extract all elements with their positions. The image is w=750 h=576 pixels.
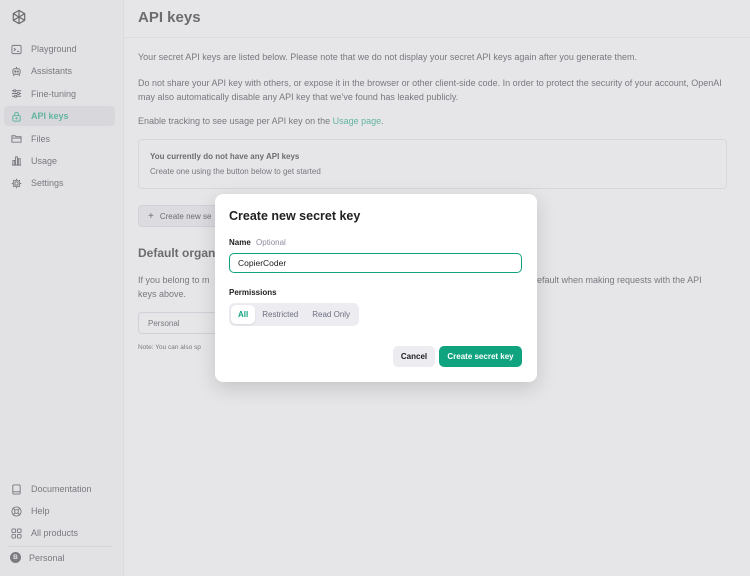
name-label: Name [229,238,251,247]
create-key-modal: Create new secret key Name Optional Perm… [215,194,537,382]
cancel-button[interactable]: Cancel [393,346,435,367]
name-input[interactable] [229,253,522,273]
name-field-label: Name Optional [229,238,286,247]
permission-option-read-only[interactable]: Read Only [305,305,357,324]
permissions-segmented-control: All Restricted Read Only [229,303,360,326]
permissions-label: Permissions [229,288,277,297]
modal-title: Create new secret key [229,209,361,223]
optional-hint: Optional [256,238,286,247]
create-secret-key-button[interactable]: Create secret key [439,346,522,367]
permission-option-all[interactable]: All [231,305,256,324]
permission-option-restricted[interactable]: Restricted [255,305,305,324]
